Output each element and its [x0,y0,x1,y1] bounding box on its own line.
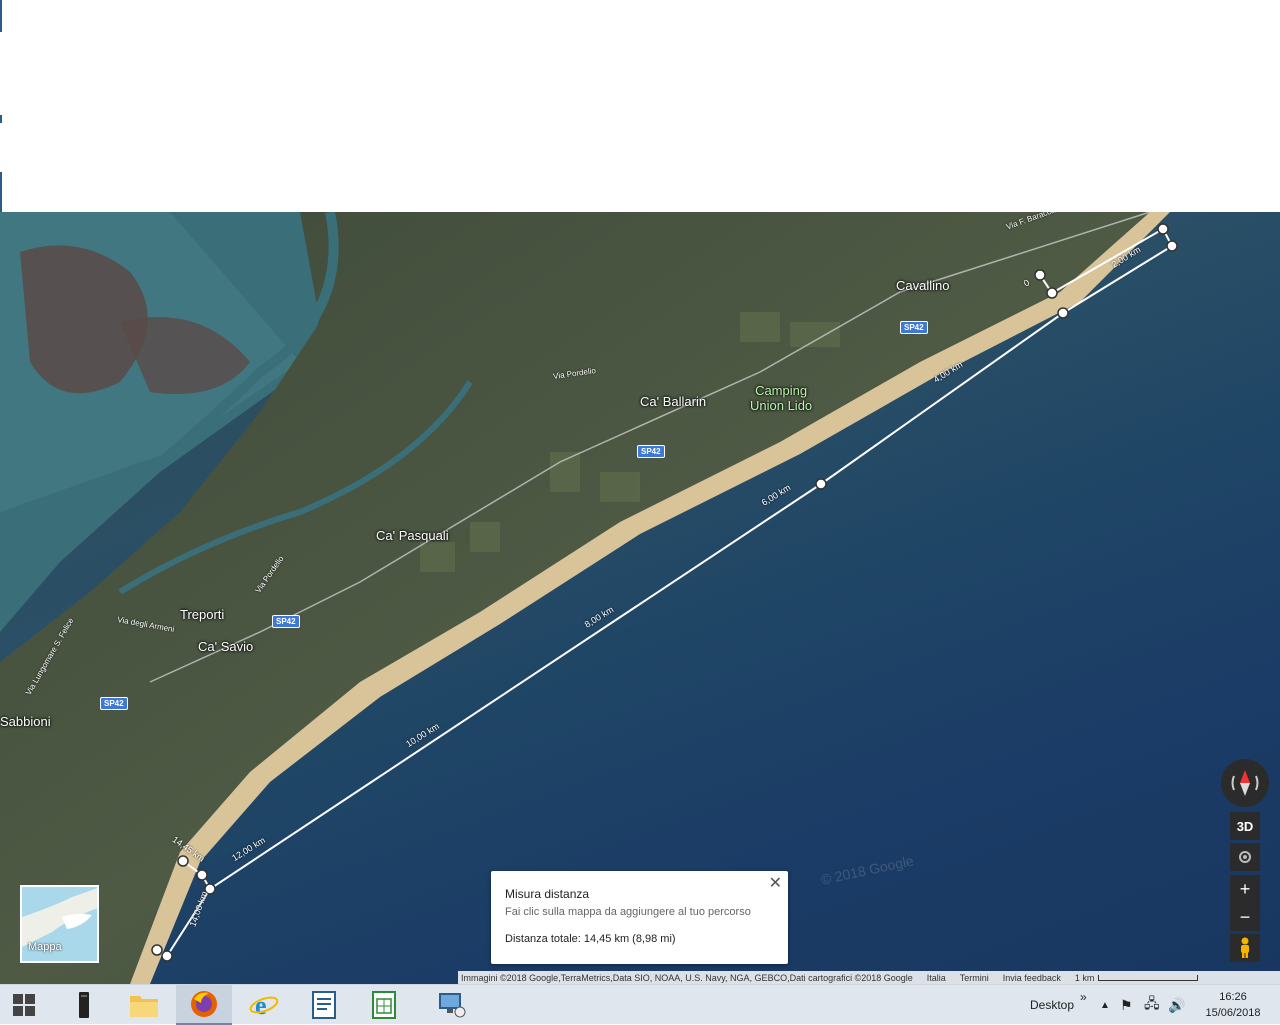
desktop-toolbar-label[interactable]: Desktop [1030,985,1074,1025]
action-center-flag-icon[interactable]: ⚑ [1120,985,1133,1025]
location-icon [1239,851,1251,863]
road-shield-sp42: SP42 [900,321,928,334]
taskbar-app-calc[interactable] [356,985,412,1025]
start-button[interactable] [0,985,48,1025]
measure-title: Misura distanza [505,887,590,901]
satellite-map[interactable]: Cavallino Ca' Ballarin Camping Union Lid… [0,212,1280,984]
map-imagery [0,212,1178,984]
internet-explorer-icon: e [249,991,279,1020]
taskbar-app-remote-desktop[interactable] [424,985,480,1025]
map-attribution-bar: Immagini ©2018 Google,TerraMetrics,Data … [458,971,1280,984]
road-shield-sp42: SP42 [637,445,665,458]
folder-icon [130,996,158,1017]
place-sabbioni: Sabbioni [0,714,51,729]
remote-desktop-icon [439,993,466,1018]
map-type-switcher[interactable]: Mappa [20,885,99,963]
road-shield-sp42: SP42 [272,615,300,628]
terms-link[interactable]: Termini [960,973,989,983]
imagery-credits: Immagini ©2018 Google,TerraMetrics,Data … [461,972,913,983]
clock-date: 15/06/2018 [1205,1007,1261,1019]
firefox-icon [191,991,217,1017]
window-edge-bottom [0,172,2,212]
windows-taskbar: e Desktop » ▲ ⚑ 🖧 🔊 16:26 15/06/2018 [0,984,1280,1025]
scale-indicator[interactable]: 1 km [1075,973,1199,983]
measure-distance-panel: Misura distanza Fai clic sulla mappa da … [491,871,788,964]
scale-bar [1098,974,1199,981]
taskbar-app-tower[interactable] [56,985,112,1025]
taskbar-app-writer[interactable] [296,985,352,1025]
writer-document-icon [312,991,336,1019]
road-shield-sp42: SP42 [100,697,128,710]
svg-text:e: e [255,991,267,1020]
pegman-icon [1241,937,1249,958]
place-cavallino: Cavallino [896,278,950,293]
place-camping-union-lido: Camping Union Lido [750,383,813,413]
place-ca-pasquali: Ca' Pasquali [376,528,449,543]
volume-icon[interactable]: 🔊 [1168,985,1185,1025]
taskbar-app-file-explorer[interactable] [116,985,172,1025]
taskbar-app-internet-explorer[interactable]: e [236,985,292,1025]
close-icon[interactable]: ✕ [769,873,782,893]
tray-expand-icon[interactable]: ▲ [1100,985,1110,1025]
blank-page-area [0,0,1280,212]
zoom-out-button[interactable]: − [1230,903,1260,931]
zoom-in-button[interactable]: + [1230,875,1260,903]
system-clock[interactable]: 16:26 15/06/2018 [1196,989,1270,1021]
3d-toggle-button[interactable]: 3D [1230,812,1260,840]
feedback-link[interactable]: Invia feedback [1003,973,1061,983]
window-edge-top [0,0,2,32]
measure-instructions: Fai clic sulla mappa da aggiungere al tu… [505,906,751,918]
window-edge-mid [0,115,2,123]
taskbar-app-firefox[interactable] [176,985,232,1025]
place-ca-savio: Ca' Savio [198,639,254,654]
street-view-pegman-button[interactable] [1230,934,1260,962]
country-link[interactable]: Italia [927,973,946,983]
windows-logo-icon [13,994,35,1016]
minimap-label: Mappa [28,941,62,953]
place-treporti: Treporti [180,607,225,622]
compass-icon[interactable] [1221,759,1269,807]
my-location-button[interactable] [1230,843,1260,871]
place-ca-ballarin: Ca' Ballarin [640,394,707,409]
measure-total-distance: Distanza totale: 14,45 km (8,98 mi) [505,933,676,945]
clock-time: 16:26 [1219,991,1247,1003]
spreadsheet-icon [372,991,396,1019]
toolbar-chevron[interactable]: » [1080,977,1087,1017]
computer-tower-icon [79,992,89,1018]
network-icon[interactable]: 🖧 [1144,985,1160,1025]
